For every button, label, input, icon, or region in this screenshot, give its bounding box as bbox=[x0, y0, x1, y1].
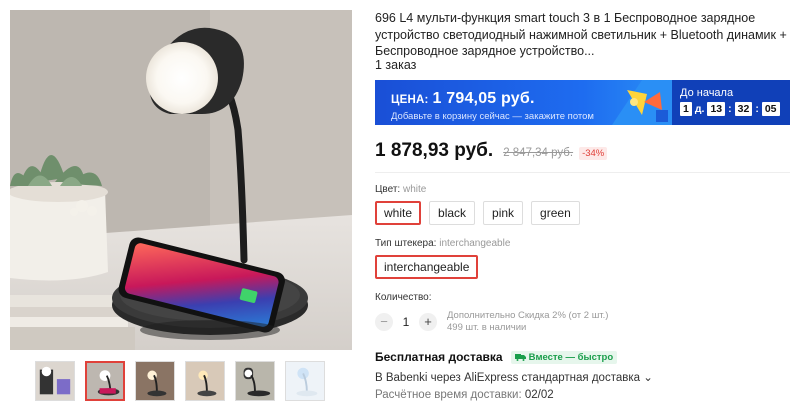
shipping-method: В Babenki через AliExpress стандартная д… bbox=[375, 372, 641, 384]
countdown-label: До начала bbox=[680, 87, 734, 99]
color-option-black[interactable]: black bbox=[429, 201, 476, 225]
plug-label-text: Тип штекера: bbox=[375, 238, 437, 249]
color-option-label: Цвет: white bbox=[375, 184, 426, 195]
discount-badge: -34% bbox=[579, 147, 608, 160]
delivery-estimate: Расчётное время доставки: 02/02 bbox=[375, 389, 554, 401]
promo-price-label: ЦЕНА: bbox=[391, 94, 429, 106]
shipping-badge-label: Вместе — быстро bbox=[528, 351, 614, 363]
thumbnail-2[interactable] bbox=[85, 361, 125, 401]
promo-price-value: 1 794,05 руб. bbox=[432, 90, 535, 107]
product-main-image[interactable] bbox=[10, 10, 352, 350]
shipping-header: Бесплатная доставка Вместе — быстро bbox=[375, 350, 618, 364]
thumbnail-5[interactable] bbox=[235, 361, 275, 401]
promo-decoration-icon bbox=[612, 80, 672, 125]
countdown-days-unit: д. bbox=[694, 103, 705, 115]
color-option-pink[interactable]: pink bbox=[483, 201, 524, 225]
chevron-down-icon: ⌄ bbox=[643, 372, 653, 384]
countdown-seconds: 05 bbox=[761, 102, 780, 116]
quantity-note: Дополнительно Скидка 2% (от 2 шт.) 499 ш… bbox=[447, 310, 608, 334]
shipping-badge: Вместе — быстро bbox=[510, 350, 618, 364]
price-block: 1 878,93 руб. 2 847,34 руб. -34% bbox=[375, 140, 608, 162]
quantity-increase-button[interactable]: + bbox=[419, 313, 437, 331]
thumbnail-3[interactable] bbox=[135, 361, 175, 401]
countdown-minutes: 32 bbox=[734, 102, 753, 116]
stock-note: 499 шт. в наличии bbox=[447, 322, 527, 333]
bulk-discount-note: Дополнительно Скидка 2% (от 2 шт.) bbox=[447, 310, 609, 321]
thumbnail-6[interactable] bbox=[285, 361, 325, 401]
color-option-white[interactable]: white bbox=[375, 201, 422, 225]
promo-price-panel[interactable]: ЦЕНА: 1 794,05 руб. Добавьте в корзину се… bbox=[375, 80, 672, 125]
plug-option-interchangeable[interactable]: interchangeable bbox=[375, 255, 479, 279]
delivery-time-value: 02/02 bbox=[524, 389, 554, 401]
countdown-hours: 13 bbox=[707, 102, 726, 116]
old-price: 2 847,34 руб. bbox=[503, 147, 574, 159]
quantity-label: Количество: bbox=[375, 292, 432, 303]
color-selected-value: white bbox=[402, 184, 427, 195]
plug-option-label: Тип штекера: interchangeable bbox=[375, 238, 510, 249]
thumbnail-4[interactable] bbox=[185, 361, 225, 401]
countdown-timer: 1 д. 13 : 32 : 05 bbox=[680, 102, 790, 116]
truck-icon bbox=[514, 354, 526, 361]
shipping-title: Бесплатная доставка bbox=[375, 350, 503, 364]
color-label-text: Цвет: bbox=[375, 184, 401, 195]
color-options: white black pink green bbox=[375, 201, 580, 225]
delivery-time-label: Расчётное время доставки: bbox=[375, 389, 522, 401]
promo-countdown: До начала 1 д. 13 : 32 : 05 bbox=[672, 80, 790, 125]
color-option-green[interactable]: green bbox=[531, 201, 580, 225]
orders-count: 1 заказ bbox=[375, 58, 417, 72]
quantity-stepper: − 1 + Дополнительно Скидка 2% (от 2 шт.)… bbox=[375, 310, 608, 334]
quantity-value[interactable]: 1 bbox=[393, 315, 419, 329]
quantity-decrease-button[interactable]: − bbox=[375, 313, 393, 331]
promo-banner[interactable]: ЦЕНА: 1 794,05 руб. Добавьте в корзину се… bbox=[375, 80, 790, 125]
divider bbox=[375, 172, 790, 173]
product-title: 696 L4 мульти-функция smart touch 3 в 1 … bbox=[375, 11, 787, 58]
thumbnail-1[interactable] bbox=[35, 361, 75, 401]
plug-selected-value: interchangeable bbox=[439, 238, 511, 249]
current-price: 1 878,93 руб. bbox=[375, 140, 494, 161]
countdown-days: 1 bbox=[680, 102, 692, 116]
shipping-method-selector[interactable]: В Babenki через AliExpress стандартная д… bbox=[375, 370, 653, 384]
thumbnail-strip bbox=[35, 361, 325, 401]
plug-options: interchangeable bbox=[375, 255, 479, 279]
